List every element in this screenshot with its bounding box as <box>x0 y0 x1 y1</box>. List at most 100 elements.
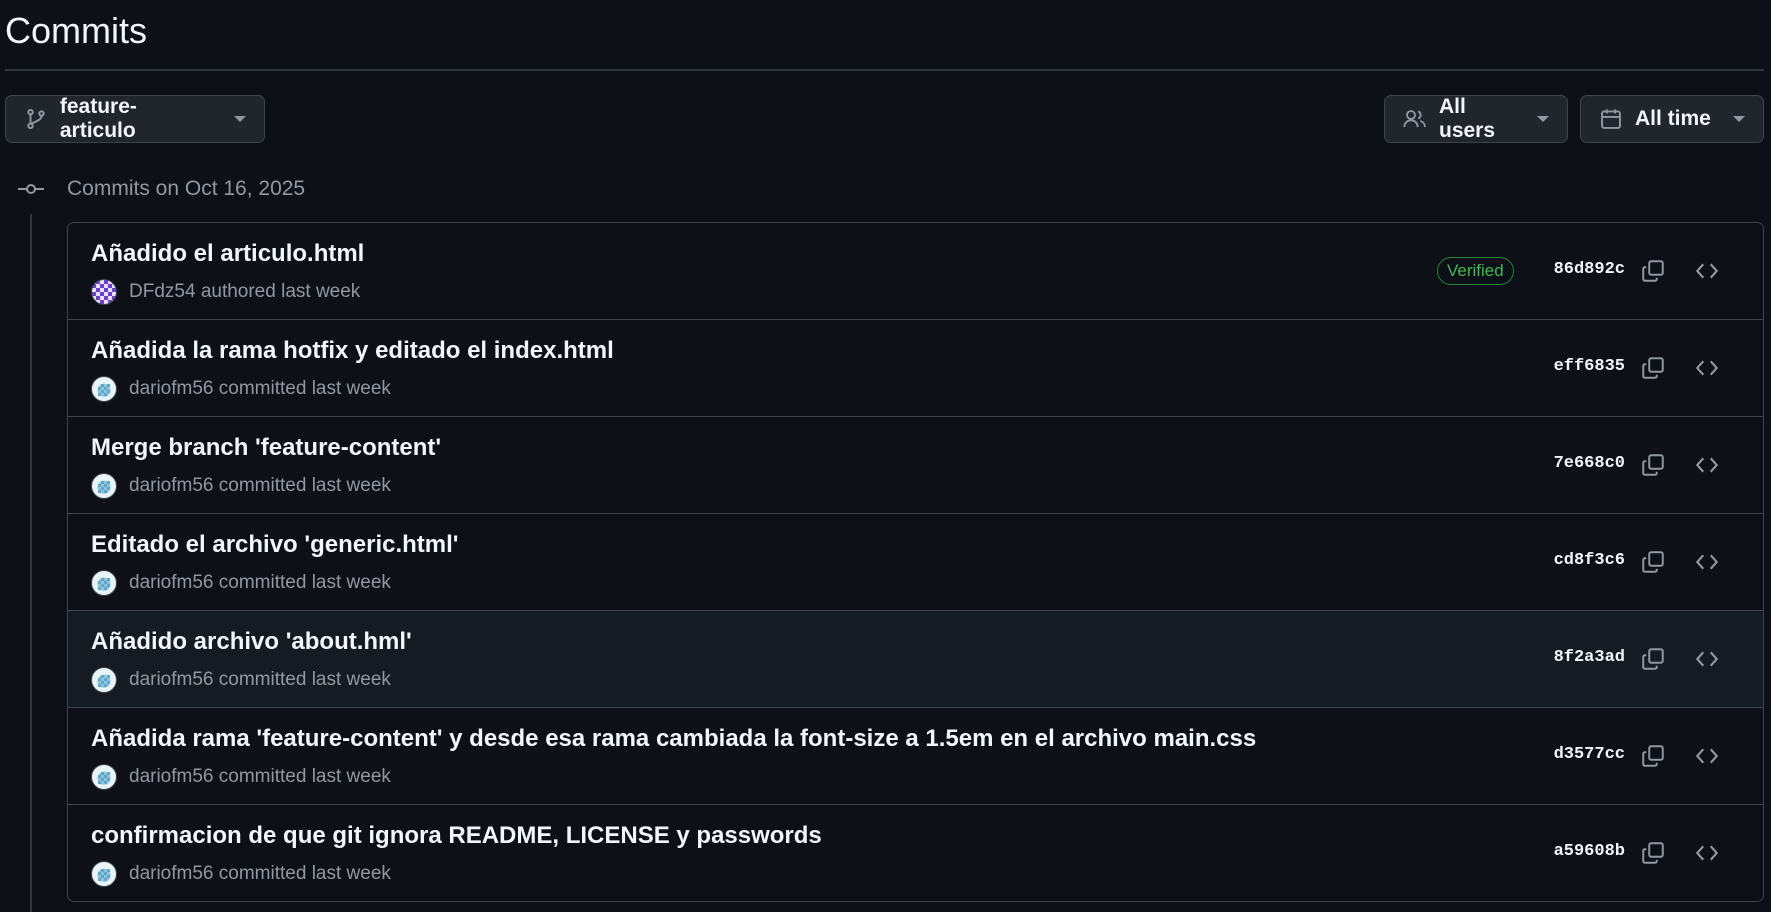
commit-action-text: committed last week <box>218 766 391 787</box>
commit-row: Editado el archivo 'generic.html' dariof… <box>68 514 1763 611</box>
avatar[interactable] <box>91 376 117 402</box>
commit-sha-link[interactable]: a59608b <box>1554 842 1625 861</box>
commit-meta-text: dariofm56 committed last week <box>129 669 391 691</box>
commit-action-text: committed last week <box>218 669 391 690</box>
git-branch-icon <box>24 107 48 131</box>
code-icon <box>1695 651 1719 667</box>
commit-row: confirmacion de que git ignora README, L… <box>68 805 1763 901</box>
commit-author-link[interactable]: dariofm56 <box>129 572 214 593</box>
branch-selector-button[interactable]: feature-articulo <box>5 95 265 143</box>
commit-meta: dariofm56 committed last week <box>91 861 391 887</box>
chevron-down-icon <box>1537 116 1549 122</box>
commit-action-text: committed last week <box>218 378 391 399</box>
avatar[interactable] <box>91 764 117 790</box>
commit-list: Añadido el articulo.html DFdz54 authored… <box>67 222 1764 902</box>
users-filter-label: All users <box>1439 95 1496 142</box>
commit-meta: dariofm56 committed last week <box>91 667 391 693</box>
commit-sha-link[interactable]: 8f2a3ad <box>1554 648 1625 667</box>
people-icon <box>1403 107 1427 131</box>
commit-row: Añadida la rama hotfix y editado el inde… <box>68 320 1763 417</box>
commit-title-link[interactable]: Añadido el articulo.html <box>91 240 364 268</box>
time-filter-button[interactable]: All time <box>1580 95 1764 143</box>
commit-row: Merge branch 'feature-content' dariofm56… <box>68 417 1763 514</box>
users-filter-button[interactable]: All users <box>1384 95 1568 143</box>
commit-author-link[interactable]: dariofm56 <box>129 669 214 690</box>
commit-title-link[interactable]: Merge branch 'feature-content' <box>91 434 441 462</box>
calendar-icon <box>1599 107 1623 131</box>
verified-badge[interactable]: Verified <box>1437 257 1514 285</box>
copy-icon <box>1642 260 1664 282</box>
commit-action-text: committed last week <box>218 572 391 593</box>
browse-repository-button[interactable] <box>1691 837 1723 869</box>
git-commit-icon <box>16 176 46 202</box>
avatar[interactable] <box>91 861 117 887</box>
browse-repository-button[interactable] <box>1691 352 1723 384</box>
copy-sha-button[interactable] <box>1637 643 1669 675</box>
commit-meta-text: dariofm56 committed last week <box>129 475 391 497</box>
copy-sha-button[interactable] <box>1637 352 1669 384</box>
commit-row: Añadido archivo 'about.hml' dariofm56 co… <box>68 611 1763 708</box>
commit-action-text: authored last week <box>200 281 361 302</box>
browse-repository-button[interactable] <box>1691 546 1723 578</box>
code-icon <box>1695 554 1719 570</box>
commit-author-link[interactable]: DFdz54 <box>129 281 196 302</box>
commit-group-date: Commits on Oct 16, 2025 <box>67 177 306 200</box>
browse-repository-button[interactable] <box>1691 643 1723 675</box>
commit-sha-link[interactable]: 86d892c <box>1554 260 1625 279</box>
avatar[interactable] <box>91 279 117 305</box>
page-title: Commits <box>5 10 147 51</box>
chevron-down-icon <box>234 116 246 122</box>
commit-sha-link[interactable]: d3577cc <box>1554 745 1625 764</box>
commit-group-header: Commits on Oct 16, 2025 <box>16 176 305 202</box>
commit-title-link[interactable]: Editado el archivo 'generic.html' <box>91 531 459 559</box>
commit-action-text: committed last week <box>218 863 391 884</box>
commit-meta-text: dariofm56 committed last week <box>129 863 391 885</box>
commit-action-text: committed last week <box>218 475 391 496</box>
code-icon <box>1695 845 1719 861</box>
commit-author-link[interactable]: dariofm56 <box>129 766 214 787</box>
avatar[interactable] <box>91 473 117 499</box>
browse-repository-button[interactable] <box>1691 449 1723 481</box>
branch-selector-label: feature-articulo <box>59 95 137 142</box>
avatar[interactable] <box>91 667 117 693</box>
browse-repository-button[interactable] <box>1691 740 1723 772</box>
copy-sha-button[interactable] <box>1637 546 1669 578</box>
title-divider <box>5 69 1764 71</box>
copy-sha-button[interactable] <box>1637 255 1669 287</box>
commit-sha-link[interactable]: cd8f3c6 <box>1554 551 1625 570</box>
avatar[interactable] <box>91 570 117 596</box>
commit-title-link[interactable]: Añadida la rama hotfix y editado el inde… <box>91 337 614 365</box>
copy-icon <box>1642 648 1664 670</box>
commit-meta: dariofm56 committed last week <box>91 764 391 790</box>
copy-icon <box>1642 842 1664 864</box>
commit-sha-link[interactable]: 7e668c0 <box>1554 454 1625 473</box>
commit-meta: dariofm56 committed last week <box>91 376 391 402</box>
commit-title-link[interactable]: Añadido archivo 'about.hml' <box>91 628 412 656</box>
copy-sha-button[interactable] <box>1637 837 1669 869</box>
copy-sha-button[interactable] <box>1637 449 1669 481</box>
copy-icon <box>1642 745 1664 767</box>
copy-icon <box>1642 454 1664 476</box>
commit-meta: dariofm56 committed last week <box>91 570 391 596</box>
commit-meta: DFdz54 authored last week <box>91 279 360 305</box>
commit-sha-link[interactable]: eff6835 <box>1554 357 1625 376</box>
commit-author-link[interactable]: dariofm56 <box>129 378 214 399</box>
commit-meta-text: dariofm56 committed last week <box>129 766 391 788</box>
browse-repository-button[interactable] <box>1691 255 1723 287</box>
commit-title-link[interactable]: confirmacion de que git ignora README, L… <box>91 822 822 850</box>
commit-meta-text: dariofm56 committed last week <box>129 378 391 400</box>
commit-meta-text: DFdz54 authored last week <box>129 281 360 303</box>
code-icon <box>1695 457 1719 473</box>
copy-sha-button[interactable] <box>1637 740 1669 772</box>
commit-meta: dariofm56 committed last week <box>91 473 391 499</box>
code-icon <box>1695 263 1719 279</box>
copy-icon <box>1642 357 1664 379</box>
commit-author-link[interactable]: dariofm56 <box>129 475 214 496</box>
commit-author-link[interactable]: dariofm56 <box>129 863 214 884</box>
commit-title-link[interactable]: Añadida rama 'feature-content' y desde e… <box>91 725 1256 753</box>
copy-icon <box>1642 551 1664 573</box>
code-icon <box>1695 748 1719 764</box>
commit-row: Añadida rama 'feature-content' y desde e… <box>68 708 1763 805</box>
chevron-down-icon <box>1732 116 1745 122</box>
commit-row: Añadido el articulo.html DFdz54 authored… <box>68 223 1763 320</box>
